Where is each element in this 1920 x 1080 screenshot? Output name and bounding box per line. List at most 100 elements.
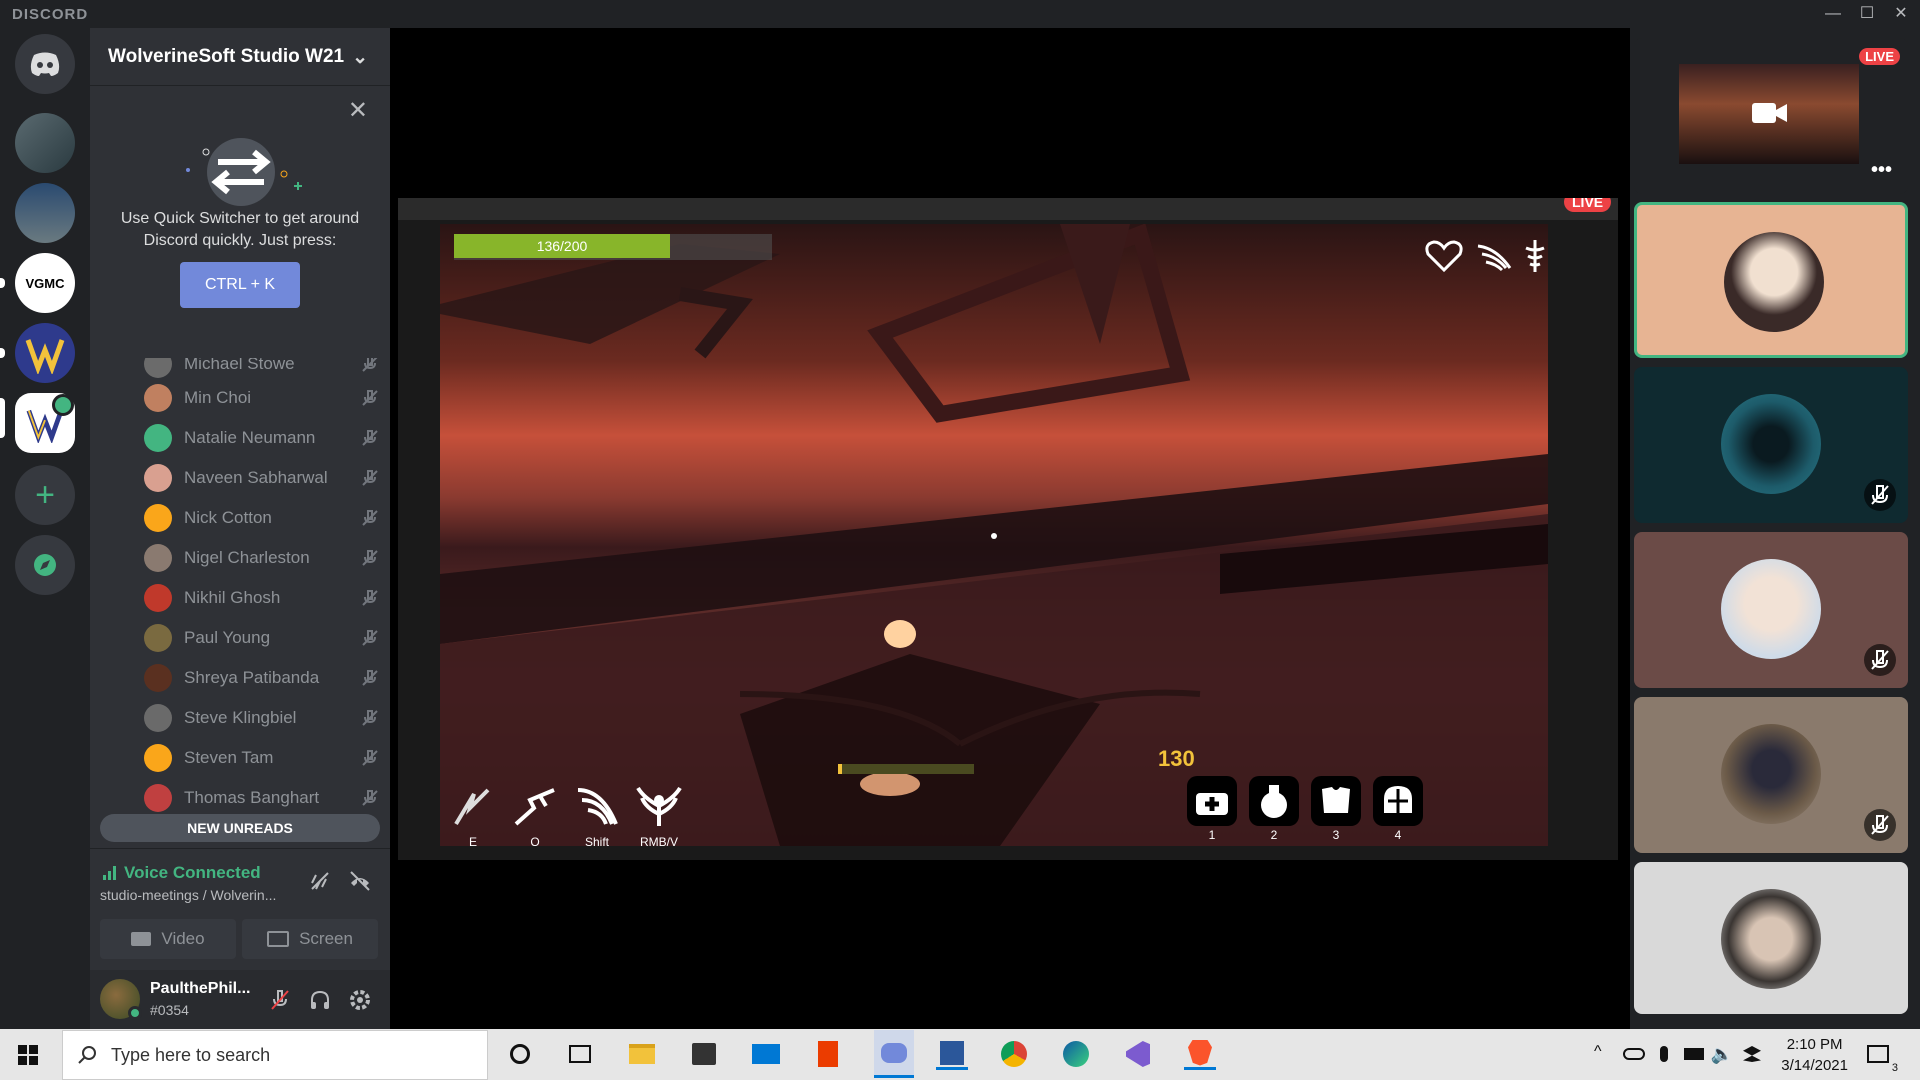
server-unread-pill: [0, 278, 5, 288]
store-icon[interactable]: [688, 1038, 720, 1070]
chrome-icon[interactable]: [998, 1038, 1030, 1070]
mic-muted-icon: [362, 590, 378, 606]
avatar: [1721, 559, 1821, 659]
slash-icon: [454, 788, 490, 826]
avatar: [144, 424, 172, 452]
add-server-button[interactable]: +: [15, 465, 75, 525]
member-item[interactable]: Paul Young: [144, 620, 380, 656]
mute-microphone-icon[interactable]: [268, 988, 292, 1012]
search-icon: [78, 1046, 96, 1064]
stream-preview-tile[interactable]: LIVE •••: [1634, 38, 1908, 194]
heart-icon: [1424, 238, 1464, 274]
disconnect-icon[interactable]: [348, 869, 372, 893]
item-key: 2: [1270, 828, 1278, 842]
participant-tile[interactable]: [1634, 367, 1908, 523]
mic-muted-icon: [1864, 644, 1896, 676]
server-icon-wolverinesoft[interactable]: [15, 323, 75, 383]
mic-muted-icon: [1864, 479, 1896, 511]
server-icon-1[interactable]: [15, 113, 75, 173]
screen-label: Screen: [299, 929, 353, 948]
office-icon[interactable]: [812, 1038, 844, 1070]
stream-stage[interactable]: 136/200 130 E Q Shift RMB/V 1 2 3 4 LIVE: [390, 28, 1630, 1029]
dropbox-icon[interactable]: [1736, 1038, 1768, 1070]
server-unread-pill: [0, 348, 5, 358]
more-options-icon[interactable]: •••: [1871, 159, 1892, 182]
word-icon[interactable]: [936, 1038, 968, 1070]
member-item[interactable]: Michael Stowe: [144, 358, 380, 382]
charge-bar: [838, 764, 974, 774]
server-selected-pill: [0, 398, 5, 438]
maximize-button[interactable]: ☐: [1852, 3, 1882, 25]
participant-tile[interactable]: [1634, 862, 1908, 1014]
minimize-button[interactable]: —: [1818, 3, 1848, 25]
chevron-up-icon[interactable]: ^: [1594, 1043, 1602, 1061]
notification-count: 3: [1891, 1062, 1898, 1074]
server-list: VGMC +: [0, 28, 90, 1029]
edge-icon[interactable]: [1060, 1038, 1092, 1070]
member-item[interactable]: Steve Klingbiel: [144, 700, 380, 736]
participant-tile[interactable]: [1634, 202, 1908, 358]
server-icon-vgmc[interactable]: VGMC: [15, 253, 75, 313]
explore-servers-button[interactable]: [15, 535, 75, 595]
onedrive-icon[interactable]: [1618, 1038, 1650, 1070]
quick-switcher-shortcut-button[interactable]: CTRL + K: [180, 262, 300, 308]
member-item[interactable]: Nikhil Ghosh: [144, 580, 380, 616]
quick-switcher-tip: ✕ Use Quick Switcher to get around Disco…: [90, 86, 390, 332]
member-item[interactable]: Nigel Charleston: [144, 540, 380, 576]
system-clock[interactable]: 2:10 PM 3/14/2021: [1781, 1034, 1848, 1076]
avatar: [1721, 394, 1821, 494]
avatar: [144, 704, 172, 732]
noise-suppression-icon[interactable]: [308, 869, 332, 893]
wing-status-icon: [1474, 238, 1514, 274]
home-button[interactable]: [15, 34, 75, 94]
voice-channel[interactable]: studio-meetings / Wolverin...: [100, 887, 276, 903]
search-placeholder: Type here to search: [111, 1044, 271, 1065]
avatar: [144, 358, 172, 378]
member-item[interactable]: Steven Tam: [144, 740, 380, 776]
guild-header[interactable]: WolverineSoft Studio W21 ⌄: [90, 28, 390, 86]
windows-start-icon[interactable]: [18, 1045, 38, 1065]
ability-key: E: [468, 835, 477, 846]
member-item[interactable]: Shreya Patibanda: [144, 660, 380, 696]
screen-share-button[interactable]: Screen: [242, 919, 378, 959]
close-window-button[interactable]: ✕: [1886, 3, 1916, 25]
live-badge: LIVE: [1859, 48, 1900, 65]
participant-tile[interactable]: [1634, 697, 1908, 853]
headphones-icon[interactable]: [308, 988, 332, 1012]
new-unreads-button[interactable]: NEW UNREADS: [100, 814, 380, 842]
avatar: [144, 744, 172, 772]
server-icon-2[interactable]: [15, 183, 75, 243]
taskbar-search[interactable]: Type here to search: [62, 1030, 488, 1080]
item-slot-3: 3: [1308, 776, 1364, 842]
cortana-icon[interactable]: [504, 1038, 536, 1070]
member-item[interactable]: Thomas Banghart: [144, 780, 380, 813]
member-item[interactable]: Min Choi: [144, 380, 380, 416]
video-camera-icon: [1752, 103, 1787, 123]
avatar: [1724, 232, 1824, 332]
discord-logo-icon: [30, 52, 60, 76]
item-slot-2: 2: [1246, 776, 1302, 842]
file-explorer-icon[interactable]: [626, 1038, 658, 1070]
mic-muted-icon: [362, 550, 378, 566]
video-button[interactable]: Video: [100, 919, 236, 959]
visual-studio-icon[interactable]: [1122, 1038, 1154, 1070]
member-item[interactable]: Natalie Neumann: [144, 420, 380, 456]
close-icon[interactable]: ✕: [348, 96, 368, 125]
member-item[interactable]: Naveen Sabharwal: [144, 460, 380, 496]
notification-center-icon[interactable]: 3: [1862, 1038, 1898, 1074]
discord-taskbar-icon[interactable]: [874, 1030, 914, 1078]
member-item[interactable]: Nick Cotton: [144, 500, 380, 536]
member-name: Nigel Charleston: [184, 548, 310, 567]
voice-active-icon: [52, 394, 74, 416]
item-slot-4: 4: [1370, 776, 1426, 842]
participant-tile[interactable]: [1634, 532, 1908, 688]
gear-icon[interactable]: [348, 988, 372, 1012]
game-stream-video[interactable]: 136/200 130 E Q Shift RMB/V 1 2 3 4 LIVE: [398, 198, 1618, 860]
mic-muted-icon: [1864, 809, 1896, 841]
voice-panel: Voice Connected studio-meetings / Wolver…: [90, 848, 390, 968]
task-view-icon[interactable]: [564, 1038, 596, 1070]
volume-icon[interactable]: 🔈: [1706, 1038, 1738, 1070]
microphone-icon[interactable]: [1648, 1038, 1680, 1070]
brave-icon[interactable]: [1184, 1038, 1216, 1070]
mail-icon[interactable]: [750, 1038, 782, 1070]
